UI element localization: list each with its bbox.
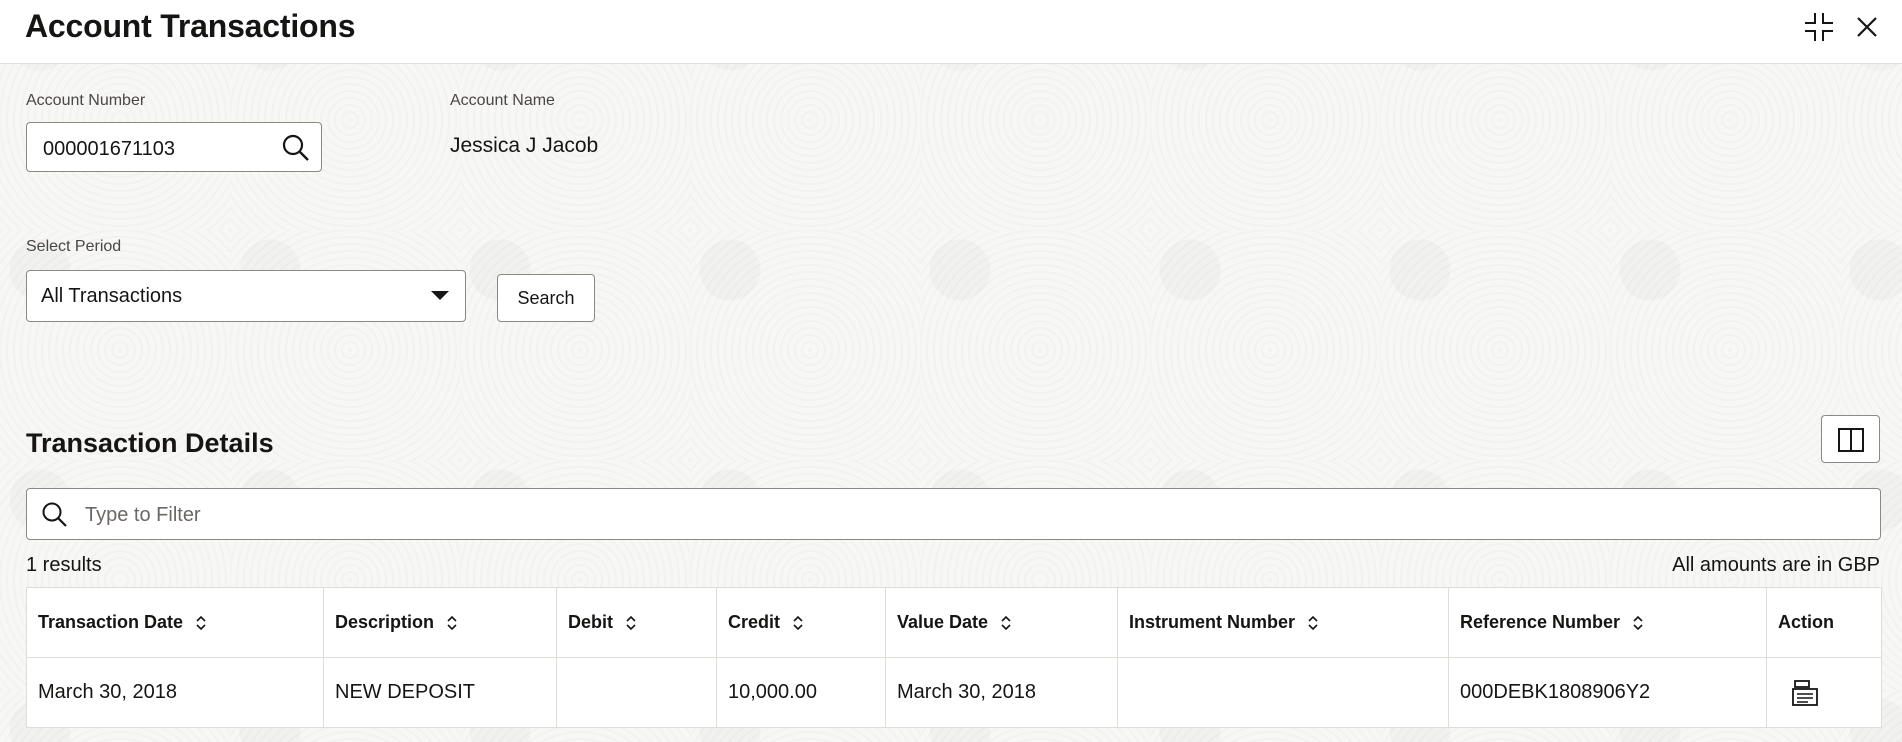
cell-credit: 10,000.00	[716, 657, 886, 728]
column-header-credit[interactable]: Credit	[716, 587, 886, 658]
column-header-debit[interactable]: Debit	[556, 587, 717, 658]
view-details-icon[interactable]	[1790, 678, 1820, 708]
cell-debit	[556, 657, 717, 728]
sort-icon[interactable]	[1632, 614, 1644, 632]
minimize-icon[interactable]	[1802, 10, 1836, 44]
filter-field[interactable]	[26, 488, 1881, 540]
period-selected-value: All Transactions	[41, 285, 183, 307]
table-header-row: Transaction Date Description Debit Credi…	[26, 587, 1882, 658]
column-header-instrument-number[interactable]: Instrument Number	[1117, 587, 1449, 658]
column-layout-button[interactable]	[1821, 415, 1880, 463]
cell-action	[1766, 657, 1882, 728]
sort-icon[interactable]	[195, 614, 207, 632]
caret-down-icon	[431, 291, 449, 300]
search-button[interactable]: Search	[497, 274, 595, 322]
select-period-label: Select Period	[26, 238, 122, 255]
filter-search-icon	[42, 502, 67, 527]
account-name-label: Account Name	[450, 92, 555, 109]
account-number-input[interactable]	[41, 135, 275, 163]
period-select[interactable]: All Transactions	[26, 270, 466, 322]
cell-instrument-number	[1117, 657, 1449, 728]
header-bar: Account Transactions	[0, 0, 1902, 64]
column-header-description[interactable]: Description	[323, 587, 557, 658]
cell-value-date: March 30, 2018	[885, 657, 1118, 728]
column-layout-icon	[1838, 428, 1864, 452]
table-row[interactable]: March 30, 2018 NEW DEPOSIT 10,000.00 Mar…	[26, 657, 1882, 728]
column-header-reference-number[interactable]: Reference Number	[1448, 587, 1767, 658]
filter-input[interactable]	[83, 501, 1857, 529]
cell-transaction-date: March 30, 2018	[26, 657, 324, 728]
transactions-table: Transaction Date Description Debit Credi…	[26, 587, 1882, 728]
currency-note: All amounts are in GBP	[1672, 554, 1880, 576]
column-header-value-date[interactable]: Value Date	[885, 587, 1118, 658]
sort-icon[interactable]	[792, 614, 804, 632]
sort-icon[interactable]	[446, 614, 458, 632]
cell-description: NEW DEPOSIT	[323, 657, 557, 728]
cell-reference-number: 000DEBK1808906Y2	[1448, 657, 1767, 728]
account-name-value: Jessica J Jacob	[450, 134, 599, 157]
column-header-transaction-date[interactable]: Transaction Date	[26, 587, 324, 658]
sort-icon[interactable]	[625, 614, 637, 632]
results-count: 1 results	[26, 554, 102, 576]
close-icon[interactable]	[1850, 10, 1884, 44]
account-number-field[interactable]	[26, 122, 322, 172]
sort-icon[interactable]	[1307, 614, 1319, 632]
column-header-action: Action	[1766, 587, 1882, 658]
search-icon[interactable]	[281, 133, 311, 163]
transaction-details-title: Transaction Details	[26, 428, 274, 458]
sort-icon[interactable]	[1000, 614, 1012, 632]
page-title: Account Transactions	[25, 8, 356, 44]
account-number-label: Account Number	[26, 92, 146, 109]
